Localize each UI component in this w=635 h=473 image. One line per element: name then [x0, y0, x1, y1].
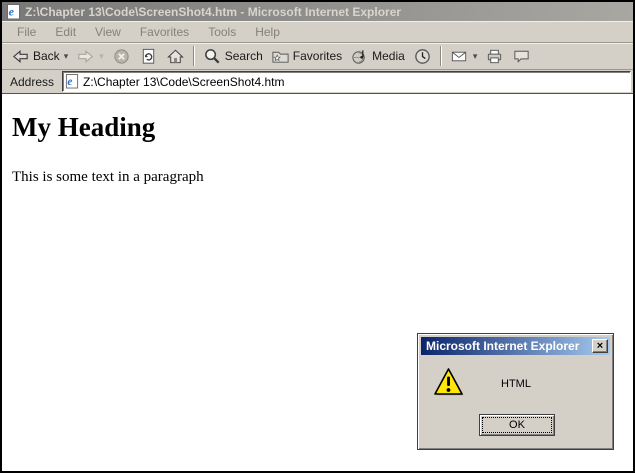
menu-bar: File Edit View Favorites Tools Help	[2, 21, 633, 43]
standard-toolbar: Back ▾ ▾	[2, 43, 633, 70]
history-icon	[413, 47, 432, 66]
stop-button[interactable]	[108, 46, 135, 67]
favorites-label: Favorites	[293, 49, 342, 63]
menu-view[interactable]: View	[86, 23, 131, 41]
forward-icon	[76, 47, 95, 66]
menu-favorites[interactable]: Favorites	[131, 23, 199, 41]
address-ie-page-icon: e	[65, 74, 79, 89]
window-title: Z:\Chapter 13\Code\ScreenShot4.htm - Mic…	[25, 5, 401, 19]
page-heading: My Heading	[12, 112, 623, 143]
mail-icon	[450, 47, 469, 66]
toolbar-separator	[440, 46, 442, 66]
refresh-button[interactable]	[135, 46, 162, 67]
discuss-button[interactable]	[508, 46, 535, 67]
svg-text:e: e	[67, 76, 72, 88]
refresh-icon	[139, 47, 158, 66]
back-label: Back	[33, 49, 60, 63]
print-button[interactable]	[481, 46, 508, 67]
alert-dialog-body: HTML OK	[421, 355, 610, 446]
page-paragraph: This is some text in a paragraph	[12, 169, 623, 186]
search-button[interactable]: Search	[199, 46, 267, 67]
back-button[interactable]: Back ▾	[7, 46, 72, 67]
forward-button[interactable]: ▾	[72, 46, 108, 67]
search-label: Search	[225, 49, 263, 63]
address-bar: Address e	[2, 70, 633, 94]
stop-icon	[112, 47, 131, 66]
mail-dropdown-icon[interactable]: ▾	[473, 51, 478, 62]
menu-help[interactable]: Help	[246, 23, 290, 41]
menu-tools[interactable]: Tools	[199, 23, 246, 41]
media-label: Media	[372, 49, 405, 63]
media-icon	[350, 47, 369, 66]
warning-icon	[432, 366, 465, 406]
window-titlebar: e Z:\Chapter 13\Code\ScreenShot4.htm - M…	[2, 2, 633, 21]
svg-text:e: e	[9, 4, 15, 18]
search-icon	[203, 47, 222, 66]
close-icon[interactable]: ×	[592, 339, 608, 353]
back-icon	[11, 47, 30, 66]
address-label: Address	[7, 75, 57, 89]
print-icon	[485, 47, 504, 66]
favorites-icon	[271, 47, 290, 66]
discuss-icon	[512, 47, 531, 66]
home-button[interactable]	[162, 46, 189, 67]
menu-file[interactable]: File	[8, 23, 46, 41]
alert-message: HTML	[501, 378, 531, 390]
favorites-button[interactable]: Favorites	[267, 46, 346, 67]
menu-edit[interactable]: Edit	[46, 23, 86, 41]
browser-window: e Z:\Chapter 13\Code\ScreenShot4.htm - M…	[0, 0, 635, 473]
forward-dropdown-icon[interactable]: ▾	[99, 51, 104, 62]
media-button[interactable]: Media	[346, 46, 409, 67]
ie-page-icon: e	[6, 4, 21, 20]
alert-dialog: Microsoft Internet Explorer × HTML OK	[417, 333, 614, 450]
address-field[interactable]: e	[62, 71, 631, 92]
ok-button[interactable]: OK	[479, 414, 555, 436]
back-dropdown-icon[interactable]: ▾	[64, 51, 69, 62]
alert-dialog-title: Microsoft Internet Explorer	[426, 339, 592, 353]
address-input[interactable]	[83, 74, 629, 89]
mail-button[interactable]: ▾	[446, 46, 482, 67]
alert-dialog-titlebar: Microsoft Internet Explorer ×	[421, 337, 610, 355]
toolbar-separator	[193, 46, 195, 66]
history-button[interactable]	[409, 46, 436, 67]
home-icon	[166, 47, 185, 66]
